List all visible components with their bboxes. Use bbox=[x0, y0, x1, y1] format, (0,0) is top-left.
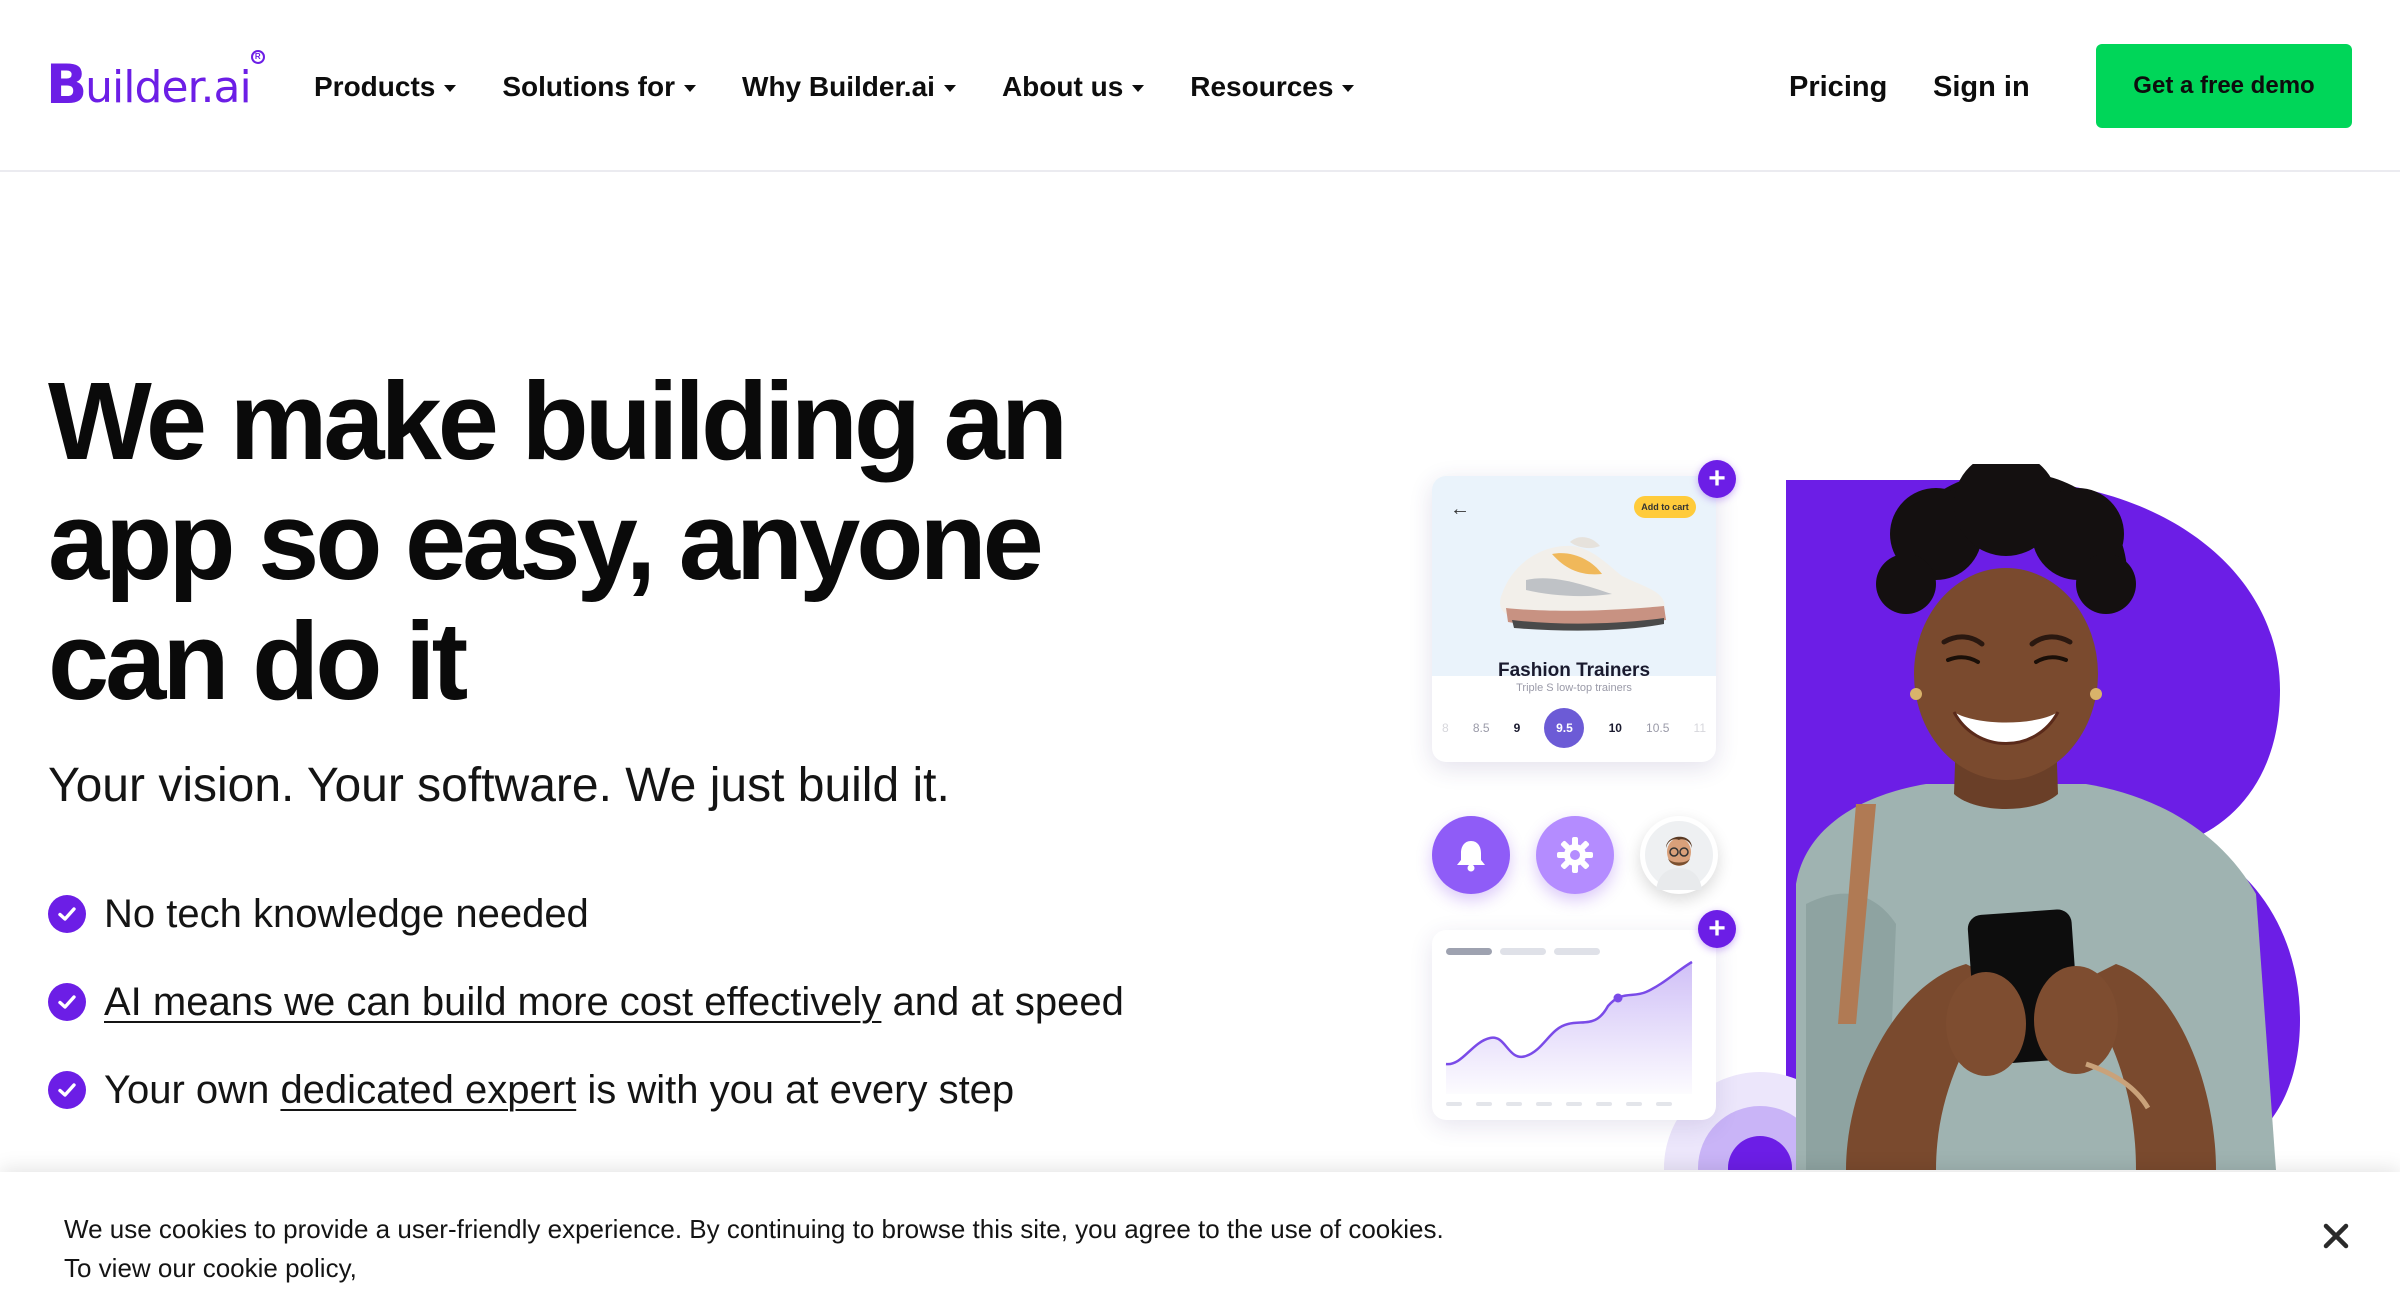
size-option[interactable]: 8 bbox=[1442, 721, 1449, 735]
hero-title-line: We make building an bbox=[48, 360, 1068, 483]
nav-item-resources[interactable]: Resources bbox=[1190, 71, 1355, 103]
close-icon[interactable] bbox=[2316, 1216, 2356, 1256]
feature-item: AI means we can build more cost effectiv… bbox=[48, 972, 1124, 1032]
caret-down-icon bbox=[444, 84, 457, 92]
get-free-demo-button[interactable]: Get a free demo bbox=[2096, 44, 2352, 128]
caret-down-icon bbox=[1132, 84, 1145, 92]
size-option[interactable]: 10 bbox=[1609, 721, 1622, 735]
size-option[interactable]: 10.5 bbox=[1646, 721, 1669, 735]
size-selector: 8 8.5 9 9.5 10 10.5 11 bbox=[1442, 708, 1706, 748]
nav-item-why-builder[interactable]: Why Builder.ai bbox=[742, 71, 956, 103]
feature-text: Your own bbox=[104, 1067, 281, 1112]
avatar[interactable] bbox=[1640, 816, 1718, 894]
nav-item-label: Products bbox=[314, 71, 436, 102]
nav-item-label: About us bbox=[1001, 71, 1124, 102]
feature-text: No tech knowledge needed bbox=[104, 891, 589, 936]
feature-text: is with you at every step bbox=[576, 1067, 1015, 1112]
feature-list: No tech knowledge needed AI means we can… bbox=[48, 884, 1124, 1148]
size-option[interactable]: 11 bbox=[1694, 721, 1706, 735]
sign-in-label: Sign in bbox=[1933, 70, 2030, 103]
product-subtitle: Triple S low-top trainers bbox=[1516, 682, 1632, 694]
product-title: Fashion Trainers bbox=[1497, 660, 1651, 681]
add-to-cart-button[interactable]: Add to cart bbox=[1634, 496, 1696, 518]
main-nav: Products Solutions for Why Builder.ai Ab… bbox=[314, 62, 1400, 112]
check-circle-icon bbox=[48, 1071, 86, 1109]
nav-item-solutions[interactable]: Solutions for bbox=[502, 71, 697, 103]
cookie-notice-text: We use cookies to provide a user-friendl… bbox=[64, 1214, 1444, 1283]
builder-ai-logo[interactable]: B uilder.ai R bbox=[46, 50, 265, 116]
size-option-selected[interactable]: 9.5 bbox=[1544, 708, 1585, 748]
ai-cost-effective-link[interactable]: AI means we can build more cost effectiv… bbox=[104, 980, 881, 1025]
caret-down-icon bbox=[943, 84, 956, 92]
site-header: B uilder.ai R Products Solutions for Why… bbox=[0, 0, 2400, 172]
gear-icon[interactable] bbox=[1536, 816, 1614, 894]
feature-text: and at speed bbox=[881, 979, 1124, 1024]
logo-text: uilder.ai bbox=[85, 62, 252, 113]
registered-mark: R bbox=[250, 50, 265, 64]
person-with-phone-photo bbox=[1796, 464, 2276, 1170]
nav-item-label: Why Builder.ai bbox=[742, 71, 935, 102]
plus-icon[interactable]: + bbox=[1698, 460, 1736, 498]
sneaker-image bbox=[1500, 537, 1666, 631]
bell-icon[interactable] bbox=[1432, 816, 1510, 894]
cookie-banner: We use cookies to provide a user-friendl… bbox=[0, 1172, 2400, 1308]
dedicated-expert-link[interactable]: dedicated expert bbox=[280, 1068, 576, 1113]
hero-illustration: ← Add to cart Fashion Trainers Triple S … bbox=[1400, 440, 2300, 1170]
hero-subtitle: Your vision. Your software. We just buil… bbox=[48, 759, 950, 812]
plus-icon[interactable]: + bbox=[1698, 910, 1736, 948]
hero-title-line: can do it bbox=[48, 600, 468, 723]
feature-item: No tech knowledge needed bbox=[48, 884, 1124, 944]
analytics-card[interactable] bbox=[1432, 930, 1716, 1120]
nav-item-about-us[interactable]: About us bbox=[1001, 71, 1145, 103]
size-option[interactable]: 9 bbox=[1514, 721, 1521, 735]
hero-title: We make building an app so easy, anyone … bbox=[48, 362, 1248, 722]
pricing-link[interactable]: Pricing bbox=[1789, 62, 1887, 112]
feature-item: Your own dedicated expert is with you at… bbox=[48, 1060, 1124, 1120]
caret-down-icon bbox=[684, 84, 697, 92]
size-option[interactable]: 8.5 bbox=[1473, 721, 1490, 735]
product-card[interactable]: ← Add to cart Fashion Trainers Triple S … bbox=[1432, 476, 1716, 762]
nav-item-label: Resources bbox=[1190, 71, 1334, 102]
check-circle-icon bbox=[48, 983, 86, 1021]
caret-down-icon bbox=[1342, 84, 1355, 92]
pricing-label: Pricing bbox=[1789, 70, 1888, 103]
back-arrow-icon[interactable]: ← bbox=[1450, 498, 1470, 521]
sign-in-link[interactable]: Sign in bbox=[1933, 62, 2030, 112]
analytics-chart-graphic bbox=[1445, 948, 1693, 1106]
logo-letter: B bbox=[46, 53, 87, 116]
nav-item-label: Solutions for bbox=[502, 71, 676, 102]
hero-title-line: app so easy, anyone bbox=[48, 480, 1044, 603]
check-circle-icon bbox=[48, 895, 86, 933]
nav-item-products[interactable]: Products bbox=[314, 71, 457, 103]
